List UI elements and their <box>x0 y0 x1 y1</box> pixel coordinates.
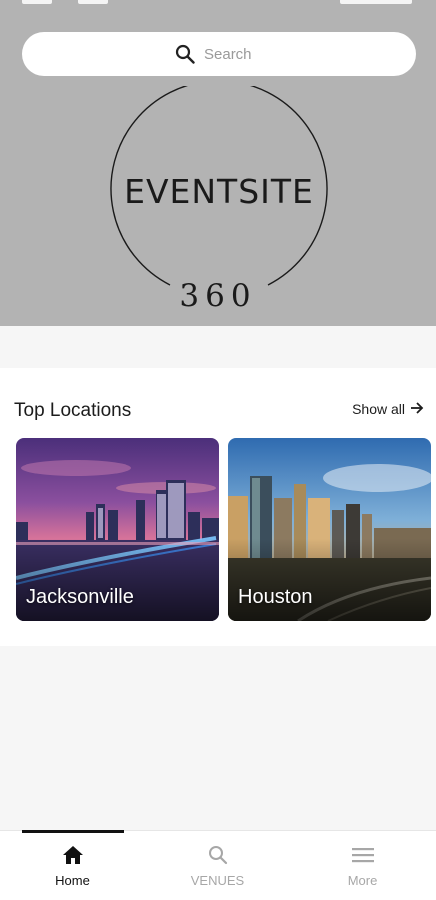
search-icon <box>174 43 196 65</box>
show-all-label: Show all <box>352 401 405 417</box>
nav-home[interactable]: Home <box>0 831 145 900</box>
arrow-right-icon <box>410 401 424 417</box>
show-all-link[interactable]: Show all <box>352 401 424 417</box>
menu-icon <box>351 845 375 870</box>
status-bar <box>0 0 436 8</box>
search-input[interactable] <box>204 45 264 63</box>
home-icon <box>62 845 84 870</box>
nav-more[interactable]: More <box>290 831 435 900</box>
location-card-houston[interactable]: Houston <box>228 438 431 621</box>
nav-home-label: Home <box>55 872 90 888</box>
nav-venues-label: VENUES <box>190 872 245 888</box>
location-card-jacksonville[interactable]: Jacksonville <box>16 438 219 621</box>
top-locations-section: Top Locations Show all Jacksonville Hous… <box>0 368 436 646</box>
app-screen: EVENTSITE 360 Top Locations Show all <box>0 0 436 900</box>
location-name: Jacksonville <box>26 586 134 608</box>
nav-venues[interactable]: VENUES <box>145 831 290 900</box>
section-title: Top Locations <box>14 400 132 421</box>
search-icon <box>207 845 229 870</box>
hero-header: EVENTSITE 360 <box>0 0 436 326</box>
bottom-navigation: Home VENUES More <box>0 830 436 900</box>
logo-title: EVENTSITE <box>124 172 314 211</box>
nav-more-label: More <box>347 872 378 888</box>
logo-number: 360 <box>179 278 257 314</box>
location-name: Houston <box>238 586 313 608</box>
search-bar[interactable] <box>22 32 416 76</box>
